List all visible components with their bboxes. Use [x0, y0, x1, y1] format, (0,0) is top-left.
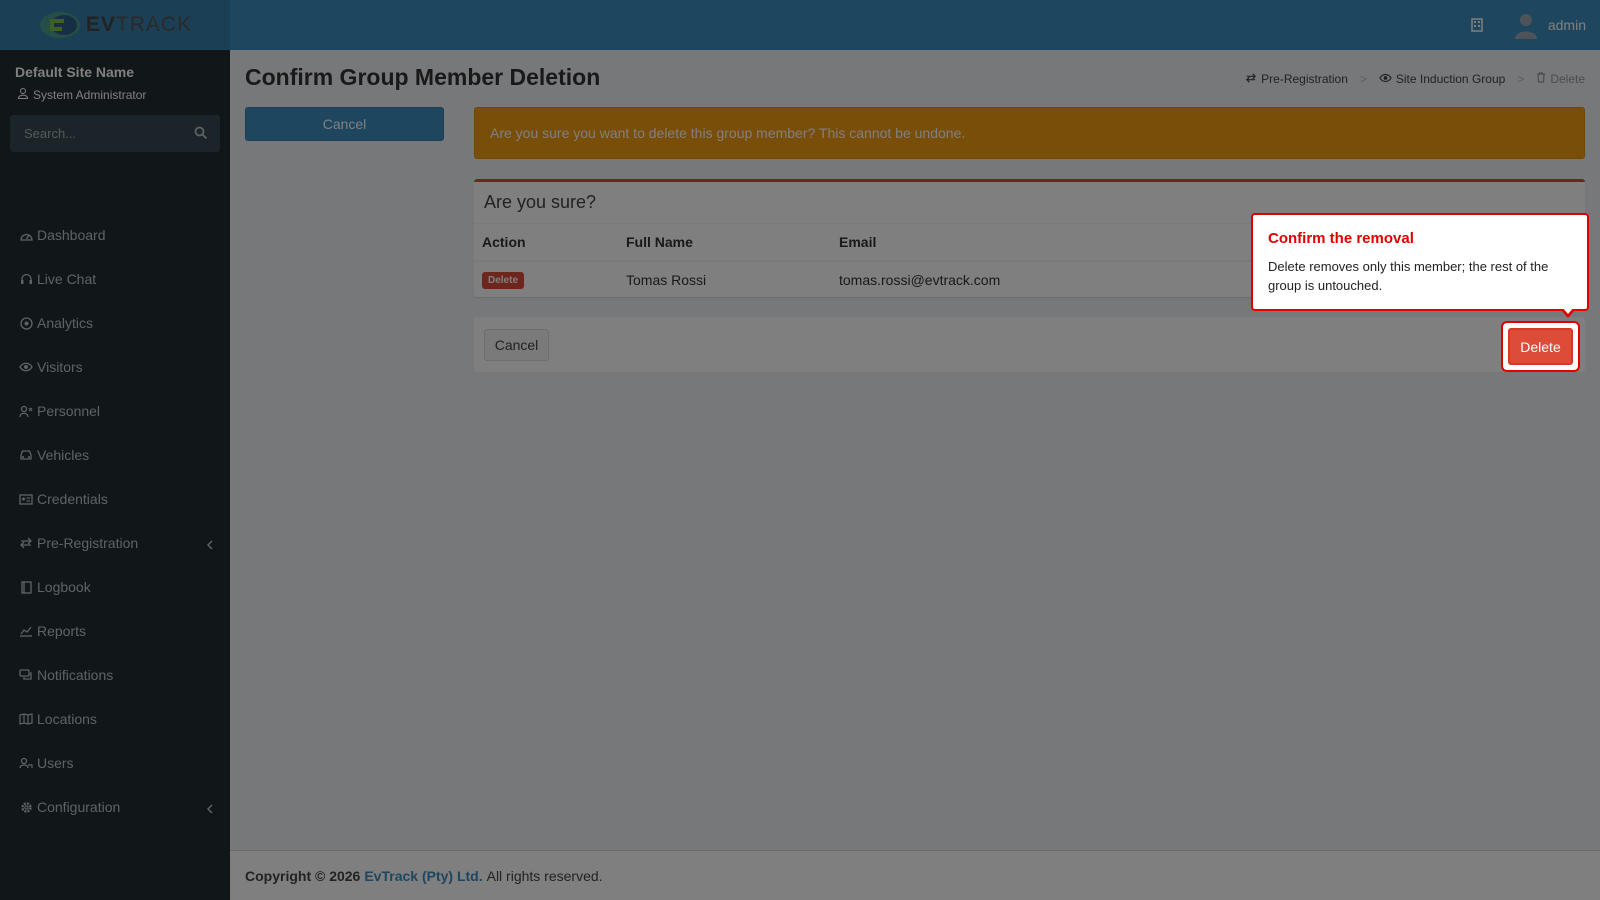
sidebar: Default Site Name System Administrator D… — [0, 50, 230, 900]
sidebar-item-label: Logbook — [37, 579, 91, 595]
sidebar-item-label: Locations — [37, 711, 97, 727]
search-icon[interactable] — [194, 126, 208, 140]
sidebar-menu: Dashboard Live Chat Analytics Visitors P… — [0, 213, 230, 829]
brand-logo[interactable]: EVTRACK — [0, 0, 230, 50]
breadcrumb-separator: > — [1359, 72, 1367, 86]
personnel-icon — [19, 404, 33, 418]
eye-icon — [19, 360, 33, 374]
breadcrumb-item-pre-registration[interactable]: Pre-Registration — [1245, 72, 1348, 86]
evtrack-logo-icon — [38, 9, 82, 41]
sidebar-item-notifications[interactable]: Notifications — [0, 653, 230, 697]
sidebar-item-locations[interactable]: Locations — [0, 697, 230, 741]
breadcrumb: Pre-Registration > Site Induction Group … — [1245, 72, 1585, 86]
sidebar-item-visitors[interactable]: Visitors — [0, 345, 230, 389]
sidebar-item-label: Pre-Registration — [37, 535, 139, 551]
warning-alert: Are you sure you want to delete this gro… — [474, 107, 1585, 159]
car-icon — [19, 448, 33, 462]
breadcrumb-label: Site Induction Group — [1395, 72, 1506, 86]
page-title: Confirm Group Member Deletion — [245, 64, 601, 90]
chevron-left-icon — [206, 801, 214, 814]
breadcrumb-label: Pre-Registration — [1261, 72, 1348, 86]
brand-name: EVTRACK — [85, 13, 193, 36]
username: admin — [1547, 17, 1586, 33]
sidebar-item-label: Users — [37, 755, 74, 771]
breadcrumb-item-site-induction-group[interactable]: Site Induction Group — [1379, 72, 1505, 86]
sidebar-item-pre-registration[interactable]: Pre-Registration — [0, 521, 230, 565]
tooltip-arrow — [1560, 307, 1576, 318]
avatar — [1514, 11, 1538, 39]
sidebar-item-logbook[interactable]: Logbook — [0, 565, 230, 609]
sidebar-item-live-chat[interactable]: Live Chat — [0, 257, 230, 301]
headset-icon — [19, 272, 33, 286]
footer-cancel-button[interactable]: Cancel — [484, 329, 549, 361]
sidebar-item-dashboard[interactable]: Dashboard — [0, 213, 230, 257]
company-link[interactable]: EvTrack (Pty) Ltd. — [364, 868, 482, 884]
delete-button-highlight: Delete — [1503, 323, 1578, 370]
sidebar-item-configuration[interactable]: Configuration — [0, 785, 230, 829]
delete-button[interactable]: Delete — [1508, 328, 1573, 365]
sidebar-item-label: Notifications — [37, 667, 114, 683]
dashboard-icon — [19, 228, 33, 242]
eye-icon — [1379, 72, 1392, 86]
sidebar-item-vehicles[interactable]: Vehicles — [0, 433, 230, 477]
analytics-icon — [19, 316, 33, 330]
sidebar-item-label: Visitors — [37, 359, 83, 375]
breadcrumb-item-delete: Delete — [1536, 72, 1585, 86]
guide-tooltip: Confirm the removal Delete removes only … — [1251, 213, 1589, 318]
tooltip-title: Confirm the removal — [1268, 230, 1414, 247]
form-actions: Cancel — [474, 317, 1585, 372]
building-icon[interactable] — [1470, 18, 1484, 32]
sidebar-item-label: Configuration — [37, 799, 121, 815]
trash-icon — [1536, 72, 1546, 86]
book-icon — [19, 580, 33, 594]
comments-icon — [19, 668, 33, 682]
sidebar-item-reports[interactable]: Reports — [0, 609, 230, 653]
sidebar-item-label: Analytics — [37, 315, 94, 331]
action-cell: Delete — [474, 261, 618, 297]
cancel-button[interactable]: Cancel — [245, 107, 444, 141]
sidebar-item-label: Dashboard — [37, 227, 106, 243]
delete-badge: Delete — [482, 272, 525, 289]
sidebar-item-label: Reports — [37, 623, 87, 639]
breadcrumb-label: Delete — [1550, 72, 1585, 86]
user-role-label: System Administrator — [33, 88, 147, 102]
search-input[interactable] — [10, 115, 220, 152]
chart-icon — [19, 624, 33, 638]
tooltip-body: Delete removes only this member; the res… — [1268, 259, 1549, 293]
column-header-full-name: Full Name — [618, 224, 831, 262]
user-menu[interactable]: admin — [1514, 11, 1586, 39]
exchange-icon — [1245, 72, 1257, 86]
exchange-icon — [19, 536, 33, 550]
page-footer: Copyright © 2026 EvTrack (Pty) Ltd. All … — [230, 850, 1600, 900]
sidebar-search — [10, 115, 220, 152]
site-name: Default Site Name — [15, 64, 135, 80]
id-card-icon — [19, 492, 33, 506]
sidebar-item-label: Personnel — [37, 403, 101, 419]
main-content: Confirm Group Member Deletion Pre-Regist… — [230, 50, 1600, 850]
sidebar-item-credentials[interactable]: Credentials — [0, 477, 230, 521]
sidebar-item-label: Credentials — [37, 491, 108, 507]
map-icon — [19, 712, 33, 726]
chevron-left-icon — [206, 537, 214, 550]
users-icon — [19, 756, 33, 770]
column-header-action: Action — [474, 224, 618, 262]
full-name-cell: Tomas Rossi — [626, 271, 707, 288]
sidebar-item-personnel[interactable]: Personnel — [0, 389, 230, 433]
breadcrumb-separator: > — [1517, 72, 1525, 86]
copyright-text: Copyright © 2026 — [245, 867, 361, 884]
sidebar-item-label: Live Chat — [37, 271, 97, 287]
sidebar-item-users[interactable]: Users — [0, 741, 230, 785]
user-icon — [17, 88, 29, 102]
sidebar-item-analytics[interactable]: Analytics — [0, 301, 230, 345]
sidebar-item-label: Vehicles — [37, 447, 90, 463]
rights-text: All rights reserved. — [486, 867, 603, 884]
cog-icon — [19, 800, 33, 814]
user-role: System Administrator — [17, 88, 147, 102]
top-header: EVTRACK admin — [0, 0, 1600, 50]
